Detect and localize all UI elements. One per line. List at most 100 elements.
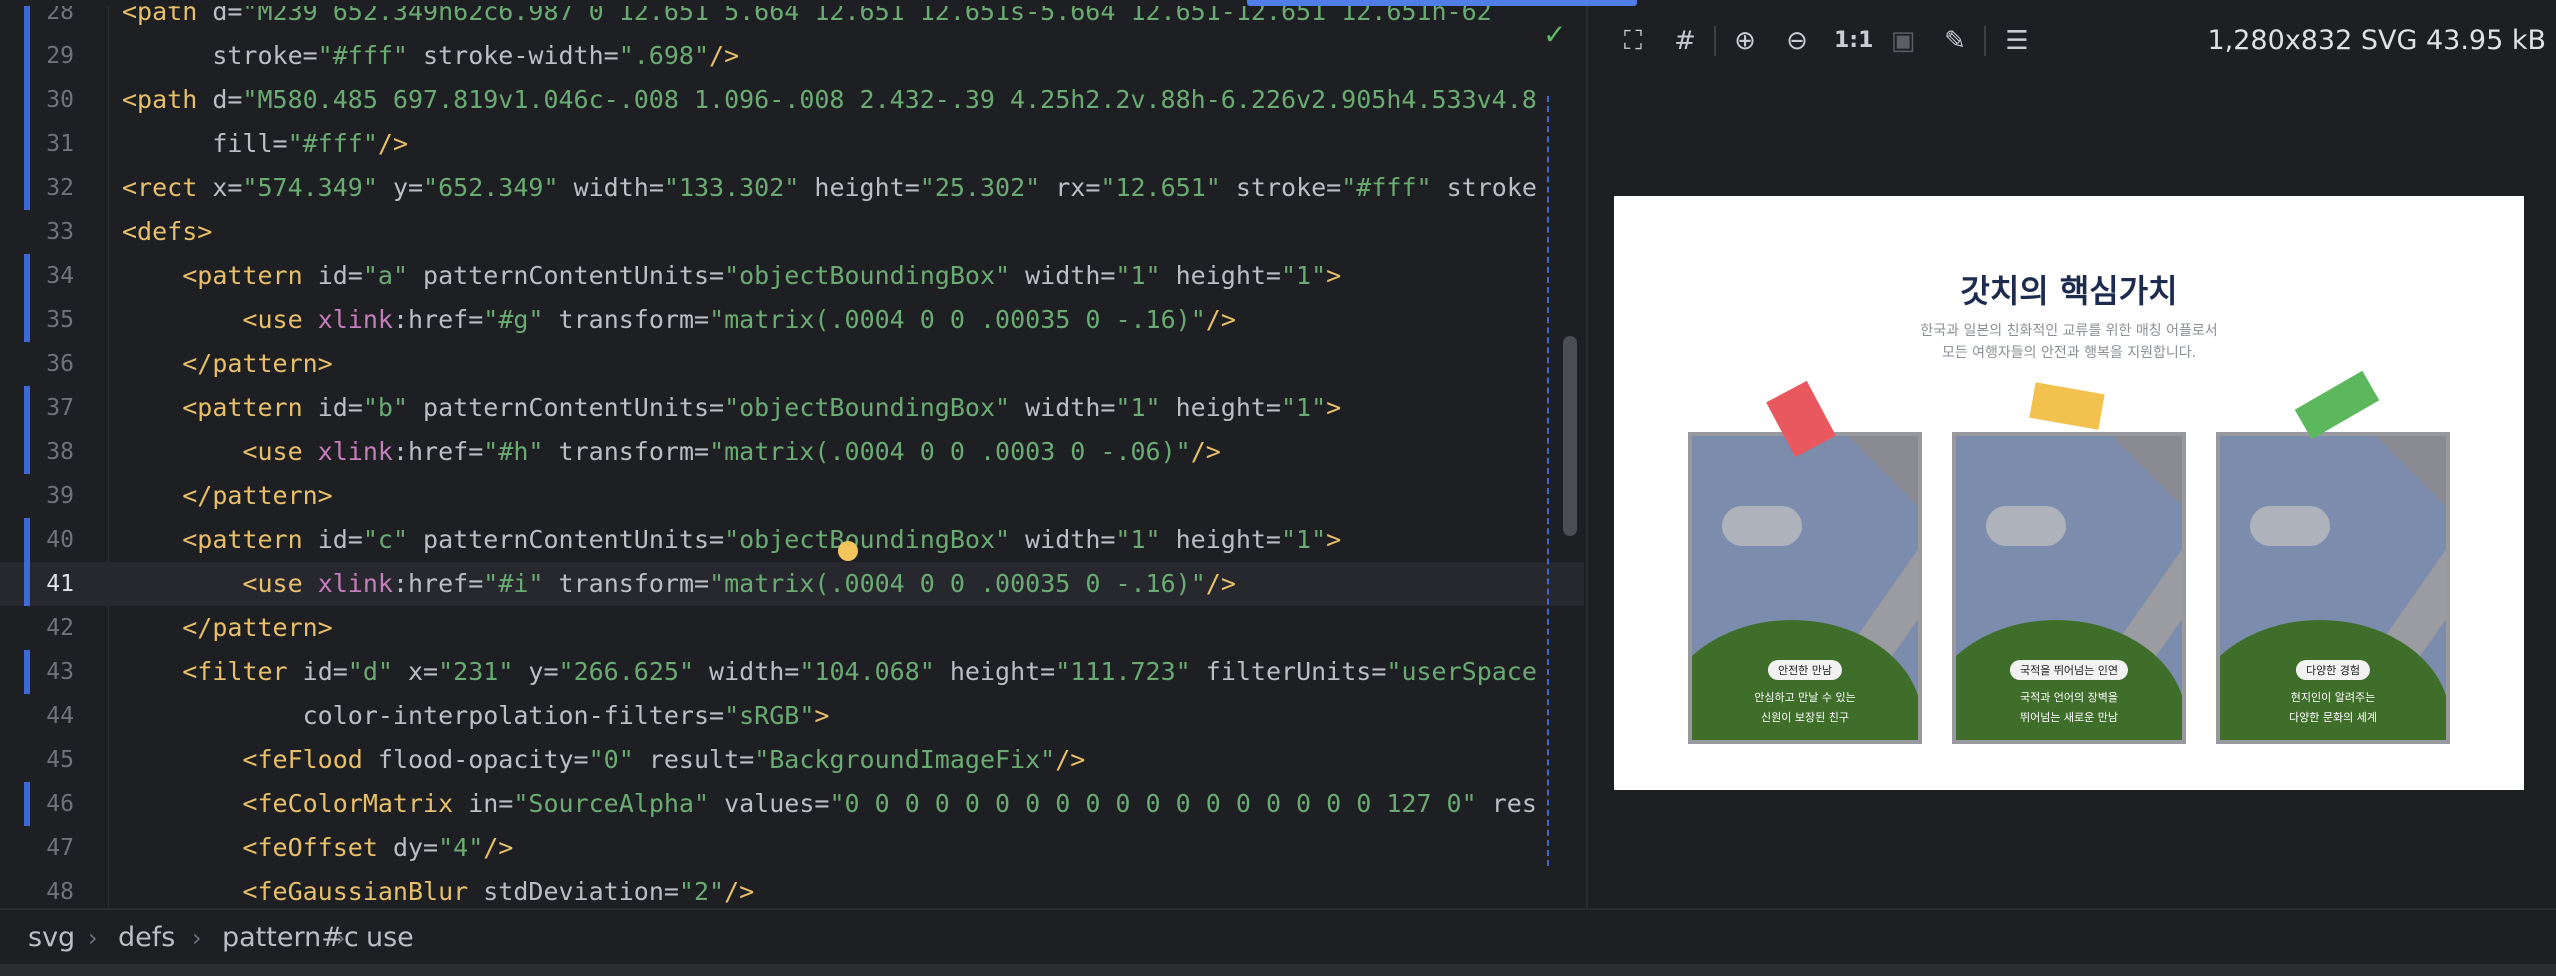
vcs-change-marker[interactable] (24, 254, 30, 298)
code-text[interactable]: <defs> (122, 210, 212, 254)
code-text[interactable]: <filter id="d" x="231" y="266.625" width… (122, 650, 1537, 694)
line-number: 44 (46, 703, 74, 729)
code-text[interactable]: </pattern> (122, 474, 333, 518)
preview-subtitle-1: 한국과 일본의 친화적인 교류를 위한 매칭 어플로서 (1920, 323, 2218, 339)
code-line[interactable]: 28 <path d="M239 652.349h62c6.987 0 12.65… (0, 6, 1584, 34)
layout-icon[interactable]: ☰ (2000, 24, 2034, 58)
code-text[interactable]: <pattern id="c" patternContentUnits="obj… (122, 518, 1341, 562)
code-line[interactable]: 31 fill="#fff"/> (0, 122, 1584, 166)
code-text[interactable]: <path d="M239 652.349h62c6.987 0 12.651 … (122, 6, 1492, 34)
vcs-change-marker[interactable] (24, 518, 30, 562)
vcs-change-marker[interactable] (24, 386, 30, 430)
code-line[interactable]: 32 <rect x="574.349" y="652.349" width="1… (0, 166, 1584, 210)
card-badge: 국적을 뛰어넘는 인연 (2009, 660, 2129, 680)
grid-icon[interactable]: # (1668, 24, 1702, 58)
line-number: 48 (46, 879, 74, 905)
code-line[interactable]: 39 </pattern> (0, 474, 1584, 518)
tape-tag (2294, 370, 2380, 440)
line-number: 43 (46, 659, 74, 685)
line-number: 47 (46, 835, 74, 861)
vcs-change-marker[interactable] (24, 78, 30, 122)
code-text[interactable]: color-interpolation-filters="sRGB"> (122, 694, 830, 738)
vcs-change-marker[interactable] (24, 650, 30, 694)
file-info-label: 1,280x832 SVG 43.95 kB (2207, 25, 2546, 56)
line-number: 38 (46, 439, 74, 465)
code-line[interactable]: 42 </pattern> (0, 606, 1584, 650)
code-line[interactable]: 43 <filter id="d" x="231" y="266.625" wi… (0, 650, 1584, 694)
vcs-change-marker[interactable] (24, 298, 30, 342)
line-number: 39 (46, 483, 74, 509)
code-line[interactable]: 40 <pattern id="c" patternContentUnits="… (0, 518, 1584, 562)
breadcrumb-item[interactable]: svg (28, 920, 75, 956)
code-text[interactable]: <feGaussianBlur stdDeviation="2"/> (122, 870, 754, 908)
code-editor[interactable]: 28 <path d="M239 652.349h62c6.987 0 12.65… (0, 6, 1584, 908)
value-card: 안전한 만남 안심하고 만날 수 있는 신원이 보장된 친구 (1688, 380, 1922, 744)
chevron-right-icon: › (88, 924, 98, 952)
code-text[interactable]: stroke="#fff" stroke-width=".698"/> (122, 34, 739, 78)
code-line[interactable]: 33 <defs> (0, 210, 1584, 254)
card-caption-line-2: 다양한 문화의 세계 (2289, 711, 2377, 724)
breadcrumb: svg › defs › pattern#c › use (0, 908, 2556, 966)
code-text[interactable]: <feOffset dy="4"/> (122, 826, 513, 870)
code-text[interactable]: <use xlink:href="#h" transform="matrix(.… (122, 430, 1220, 474)
code-line[interactable]: 45 <feFlood flood-opacity="0" result="Ba… (0, 738, 1584, 782)
card-caption-line-1: 안심하고 만날 수 있는 (1754, 691, 1856, 704)
actual-size-button[interactable]: 1:1 (1834, 24, 1873, 58)
code-text[interactable]: </pattern> (122, 606, 333, 650)
line-number: 33 (46, 219, 74, 245)
line-number: 31 (46, 131, 74, 157)
breadcrumb-item[interactable]: defs (118, 920, 175, 956)
code-line[interactable]: 38 <use xlink:href="#h" transform="matri… (0, 430, 1584, 474)
code-line[interactable]: 44 color-interpolation-filters="sRGB"> (0, 694, 1584, 738)
line-number: 46 (46, 791, 74, 817)
vcs-change-marker[interactable] (24, 562, 30, 606)
toolbar-separator (1984, 26, 1986, 56)
code-line[interactable]: 34 <pattern id="a" patternContentUnits="… (0, 254, 1584, 298)
code-text[interactable]: <feColorMatrix in="SourceAlpha" values="… (122, 782, 1536, 826)
vcs-change-marker[interactable] (24, 34, 30, 78)
code-line[interactable]: 48 <feGaussianBlur stdDeviation="2"/> (0, 870, 1584, 908)
preview-subtitle-2: 모든 여행자들의 안전과 행복을 지원합니다. (1941, 345, 2197, 361)
code-line[interactable]: 46 <feColorMatrix in="SourceAlpha" value… (0, 782, 1584, 826)
line-number: 35 (46, 307, 74, 333)
code-text[interactable]: <rect x="574.349" y="652.349" width="133… (122, 166, 1537, 210)
zoom-in-icon[interactable]: ⊕ (1728, 24, 1762, 58)
code-text[interactable]: fill="#fff"/> (122, 122, 408, 166)
editor-scrollbar[interactable] (1563, 336, 1577, 536)
vcs-change-marker[interactable] (24, 430, 30, 474)
code-line[interactable]: 37 <pattern id="b" patternContentUnits="… (0, 386, 1584, 430)
code-text[interactable]: <pattern id="a" patternContentUnits="obj… (122, 254, 1341, 298)
code-line[interactable]: 29 stroke="#fff" stroke-width=".698"/> (0, 34, 1584, 78)
vcs-change-marker[interactable] (24, 782, 30, 826)
code-line[interactable]: 36 </pattern> (0, 342, 1584, 386)
code-line[interactable]: 47 <feOffset dy="4"/> (0, 826, 1584, 870)
code-text[interactable]: </pattern> (122, 342, 333, 386)
vcs-change-marker[interactable] (24, 122, 30, 166)
background-icon[interactable]: ▣ (1886, 24, 1920, 58)
code-text[interactable]: <use xlink:href="#g" transform="matrix(.… (122, 298, 1235, 342)
toolbar-separator (1714, 26, 1716, 56)
code-line[interactable]: 35 <use xlink:href="#g" transform="matri… (0, 298, 1584, 342)
tape-tag (2029, 382, 2105, 430)
code-text[interactable]: <feFlood flood-opacity="0" result="Backg… (122, 738, 1085, 782)
code-line[interactable]: 41 <use xlink:href="#i" transform="matri… (0, 562, 1584, 606)
vcs-change-marker[interactable] (24, 166, 30, 210)
chevron-right-icon: › (336, 924, 346, 952)
card-badge: 다양한 경험 (2295, 660, 2371, 680)
zoom-out-icon[interactable]: ⊖ (1780, 24, 1814, 58)
card-caption-line-1: 국적과 언어의 장벽을 (2019, 691, 2119, 704)
color-picker-icon[interactable]: ✎ (1938, 24, 1972, 58)
breadcrumb-item[interactable]: use (366, 920, 414, 956)
inspection-ok-icon[interactable]: ✓ (1543, 18, 1566, 51)
intention-bulb-icon[interactable] (838, 541, 858, 561)
preview-title: 갓치의 핵심가치 (1960, 272, 2178, 310)
line-number: 30 (46, 87, 74, 113)
code-text[interactable]: <use xlink:href="#i" transform="matrix(.… (122, 562, 1235, 606)
vcs-change-marker[interactable] (24, 6, 30, 34)
code-line[interactable]: 30 <path d="M580.485 697.819v1.046c-.008 … (0, 78, 1584, 122)
fit-screen-icon[interactable]: ⛶ (1616, 24, 1650, 58)
card-caption-line-2: 신원이 보장된 친구 (1761, 711, 1849, 724)
code-text[interactable]: <path d="M580.485 697.819v1.046c-.008 1.… (122, 78, 1537, 122)
card-badge: 안전한 만남 (1767, 660, 1843, 680)
code-text[interactable]: <pattern id="b" patternContentUnits="obj… (122, 386, 1341, 430)
